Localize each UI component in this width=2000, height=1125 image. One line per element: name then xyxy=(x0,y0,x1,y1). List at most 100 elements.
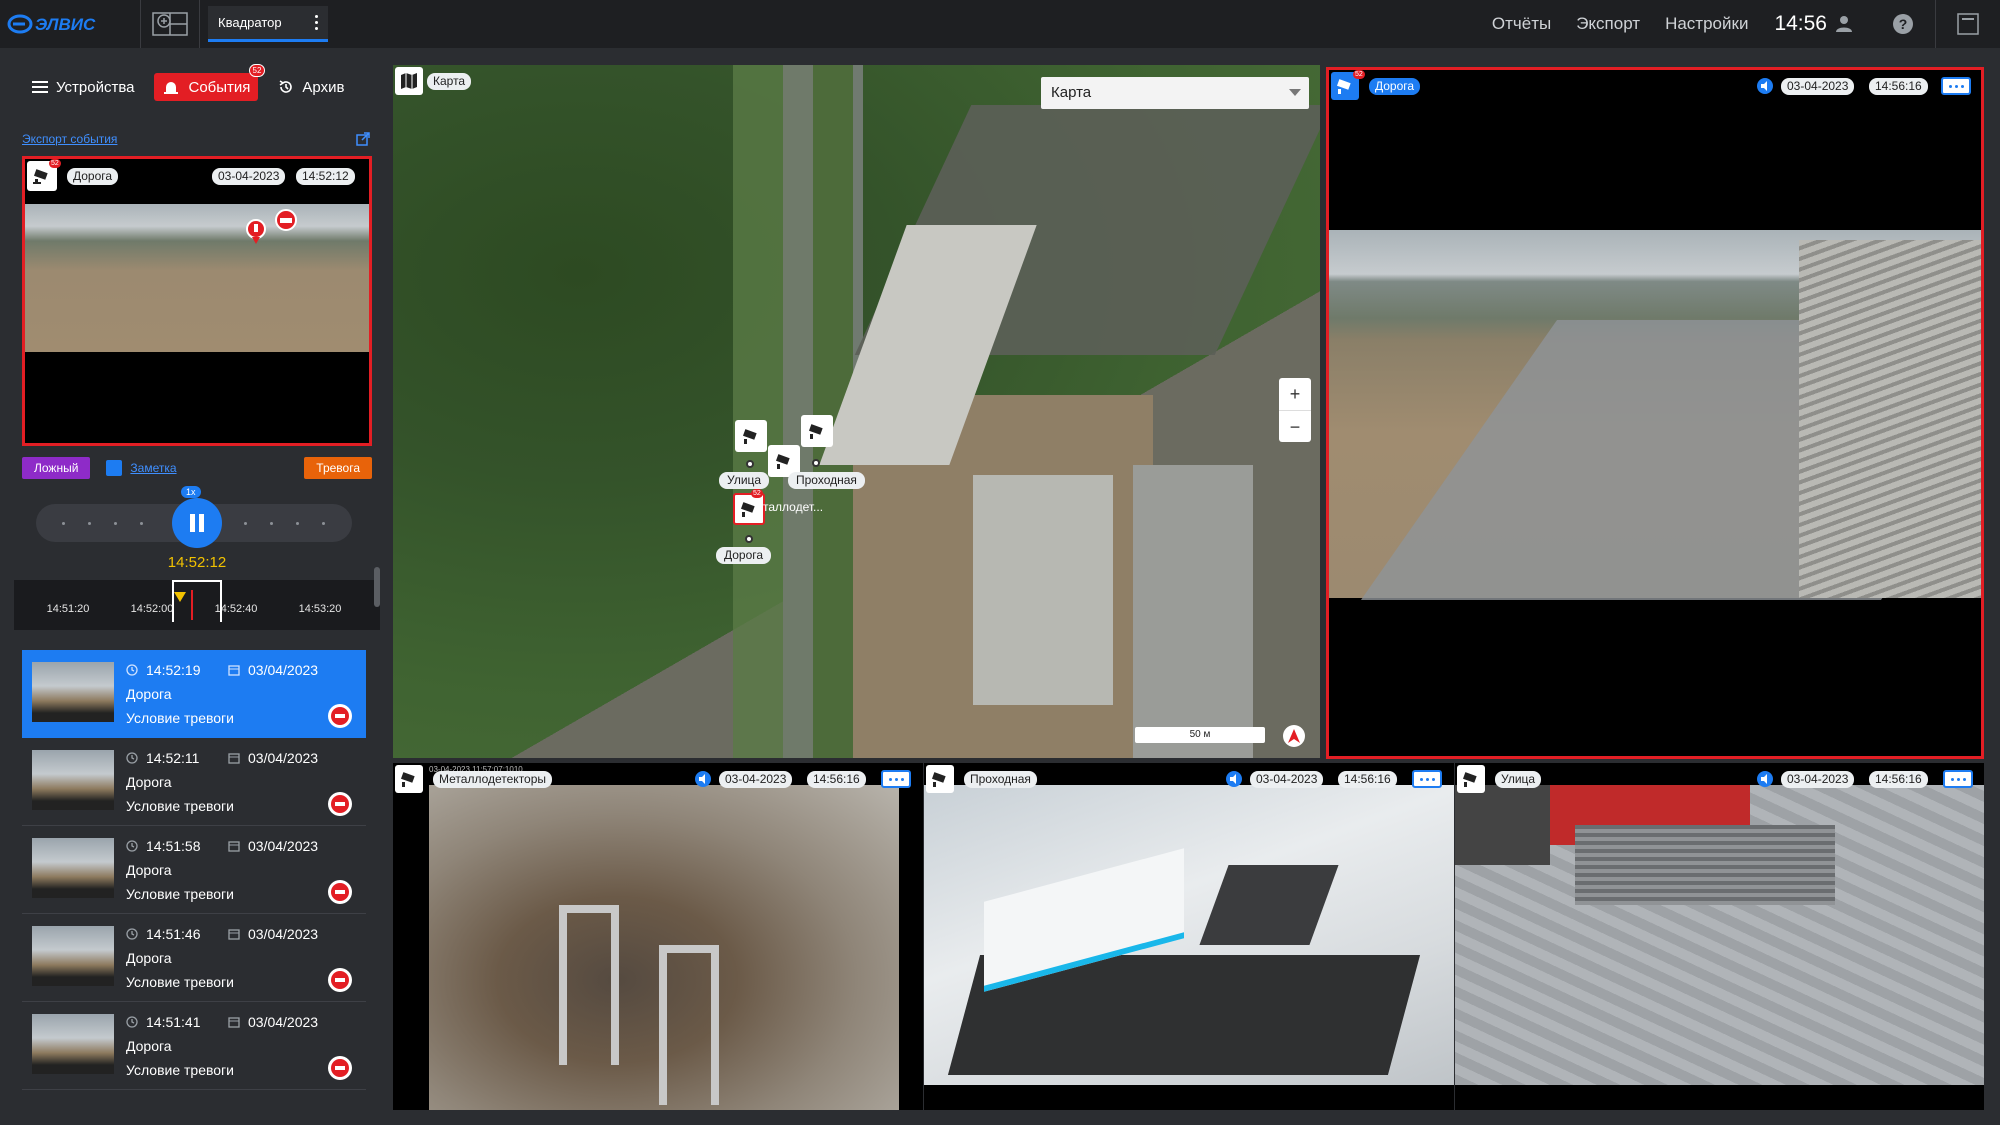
timeline-tick: 14:52:00 xyxy=(130,603,174,615)
map-camera-pin-alarm[interactable] xyxy=(733,493,765,525)
volume-icon[interactable] xyxy=(1757,78,1773,94)
car-alert-icon xyxy=(328,968,352,992)
event-time: 14:52:11 xyxy=(146,750,200,766)
more-options-icon[interactable] xyxy=(1941,77,1971,95)
car-alert-icon xyxy=(275,209,297,231)
tile-camera-name: Металлодетекторы xyxy=(433,771,553,788)
video-tile-road[interactable]: 52 Дорога 03-04-2023 14:56:16 xyxy=(1326,67,1984,759)
scrollbar[interactable] xyxy=(374,567,380,607)
event-thumbnail xyxy=(32,838,114,898)
nav-settings[interactable]: Настройки xyxy=(1665,14,1748,34)
preview-date: 03-04-2023 xyxy=(212,168,286,185)
event-preview[interactable]: 52 Дорога 03-04-2023 14:52:12 xyxy=(22,156,372,446)
note-link[interactable]: Заметка xyxy=(130,461,176,475)
more-options-icon[interactable] xyxy=(1412,770,1442,788)
map-camera-pin-street[interactable] xyxy=(735,420,767,452)
camera-icon xyxy=(740,502,755,517)
event-condition: Условие тревоги xyxy=(126,1062,234,1078)
event-time: 14:51:46 xyxy=(146,926,201,942)
video-tile-street[interactable]: Улица 03-04-2023 14:56:16 xyxy=(1455,763,1984,1110)
more-options-icon[interactable] xyxy=(1943,770,1973,788)
nav-reports[interactable]: Отчёты xyxy=(1492,14,1551,34)
map-icon xyxy=(395,67,423,95)
tab-devices[interactable]: Устройства xyxy=(24,73,142,101)
help-icon[interactable]: ? xyxy=(1893,14,1913,34)
map-title: Карта xyxy=(427,73,472,90)
menu-icon xyxy=(32,81,48,93)
map-view[interactable]: Карта Карта + − 50 м Улица Проходная 52 … xyxy=(393,65,1320,758)
car-alert-icon xyxy=(328,792,352,816)
timeline-tick: 14:51:20 xyxy=(46,603,90,615)
camera-icon xyxy=(742,429,757,444)
svg-text:ЭЛВИС: ЭЛВИС xyxy=(35,15,96,34)
add-layout-button[interactable] xyxy=(140,0,200,48)
event-camera: Дорога xyxy=(126,862,172,878)
event-date: 03/04/2023 xyxy=(248,838,319,854)
preview-video-frame xyxy=(25,204,369,352)
calendar-icon xyxy=(228,841,240,852)
note-control[interactable]: Заметка xyxy=(106,460,177,476)
tile-camera-name: Улица xyxy=(1495,771,1542,788)
map-camera-pin-gate[interactable] xyxy=(801,415,833,447)
left-panel-tabs: Устройства События 52 Архив xyxy=(14,62,380,112)
car-alert-icon xyxy=(328,880,352,904)
timeline[interactable]: 14:51:20 14:52:00 14:52:40 14:53:20 xyxy=(14,580,380,630)
alarm-button[interactable]: Тревога xyxy=(304,457,372,479)
map-select-value: Карта xyxy=(1051,84,1092,101)
calendar-icon xyxy=(228,929,240,940)
nav-export[interactable]: Экспорт xyxy=(1576,14,1640,34)
calendar-icon xyxy=(228,665,240,676)
list-item[interactable]: 14:51:58 03/04/2023 Дорога Условие трево… xyxy=(22,826,366,914)
volume-icon[interactable] xyxy=(695,771,711,787)
video-frame xyxy=(1329,230,1981,600)
logo[interactable]: ЭЛВИС xyxy=(0,0,118,48)
clock-icon xyxy=(126,840,138,852)
video-tile-gate[interactable]: Проходная 03-04-2023 14:56:16 xyxy=(924,763,1454,1110)
user-icon[interactable] xyxy=(1835,15,1853,33)
window-toggle-button[interactable] xyxy=(1936,0,2000,48)
clock-icon xyxy=(126,664,138,676)
list-item[interactable]: 14:51:46 03/04/2023 Дорога Условие трево… xyxy=(22,914,366,1002)
list-item[interactable]: 14:52:11 03/04/2023 Дорога Условие трево… xyxy=(22,738,366,826)
map-select[interactable]: Карта xyxy=(1041,77,1309,109)
event-time: 14:51:41 xyxy=(146,1014,201,1030)
playhead-marker[interactable] xyxy=(174,592,186,602)
list-item[interactable]: 14:51:41 03/04/2023 Дорога Условие трево… xyxy=(22,1002,366,1090)
tile-time: 14:56:16 xyxy=(1869,771,1928,788)
map-scale: 50 м xyxy=(1135,727,1265,743)
false-alarm-button[interactable]: Ложный xyxy=(22,457,91,479)
camera-icon xyxy=(1457,765,1485,793)
car-alert-icon xyxy=(328,704,352,728)
external-link-icon[interactable] xyxy=(356,132,370,146)
event-camera: Дорога xyxy=(126,1038,172,1054)
map-building xyxy=(1133,465,1253,758)
volume-icon[interactable] xyxy=(1757,771,1773,787)
camera-icon xyxy=(395,765,423,793)
tab-archive[interactable]: Архив xyxy=(270,73,352,101)
left-panel: Устройства События 52 Архив Экспорт собы… xyxy=(14,62,380,1114)
zoom-control: + − xyxy=(1279,378,1311,442)
alarm-marker-icon xyxy=(246,219,266,244)
video-frame xyxy=(924,785,1454,1085)
kebab-icon[interactable] xyxy=(315,15,318,30)
more-options-icon[interactable] xyxy=(881,770,911,788)
tab-events[interactable]: События 52 xyxy=(154,64,266,101)
map-pin-badge: 52 xyxy=(751,489,763,498)
zoom-out-button[interactable]: − xyxy=(1279,410,1311,442)
list-item[interactable]: 14:52:19 03/04/2023 Дорога Условие трево… xyxy=(22,650,366,738)
event-thumbnail xyxy=(32,1014,114,1074)
tile-time: 14:56:16 xyxy=(1869,78,1928,95)
note-icon xyxy=(106,460,123,476)
clock-icon xyxy=(126,1016,138,1028)
pause-button[interactable] xyxy=(172,498,222,548)
volume-icon[interactable] xyxy=(1226,771,1242,787)
layout-tab-kvadrator[interactable]: Квадратор xyxy=(208,6,328,42)
map-pin-label: таллодет... xyxy=(763,500,824,514)
compass-icon[interactable] xyxy=(1283,725,1305,747)
speed-badge[interactable]: 1x xyxy=(181,486,201,498)
tile-date: 03-04-2023 xyxy=(719,771,793,788)
video-tile-metal-detectors[interactable]: 03-04-2023 11:57:07:1010 Металлодетектор… xyxy=(393,763,923,1110)
tile-date: 03-04-2023 xyxy=(1250,771,1324,788)
export-event-link[interactable]: Экспорт события xyxy=(22,132,117,146)
zoom-in-button[interactable]: + xyxy=(1279,378,1311,410)
